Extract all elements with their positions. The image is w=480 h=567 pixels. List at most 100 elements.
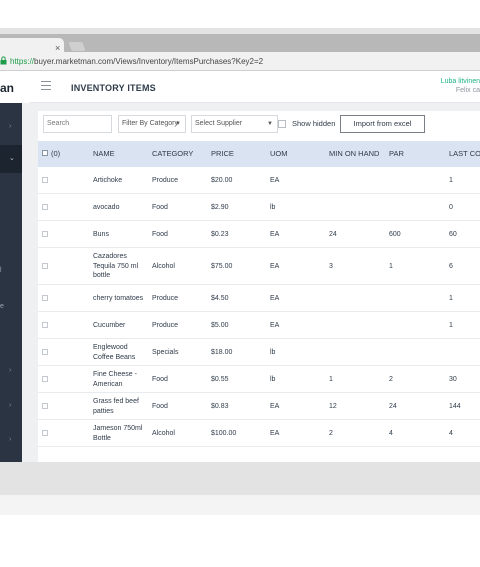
item-name[interactable]: Bottle [93, 434, 111, 444]
row-checkbox[interactable] [42, 263, 48, 269]
category-filter-label: Filter By Category [122, 120, 179, 127]
item-category: Produce [152, 322, 179, 329]
item-name[interactable]: Fine Cheese - [93, 370, 137, 380]
item-name[interactable]: Artichoke [93, 176, 122, 186]
url-text[interactable]: https://buyer.marketman.com/Views/Invent… [10, 56, 263, 67]
item-last-count: 144 [449, 403, 461, 410]
select-all-checkbox[interactable] [42, 150, 48, 156]
item-price: $18.00 [211, 349, 233, 356]
table-row[interactable]: Grass fed beef patties Food $0.83 EA 12 24 144 [38, 393, 480, 420]
item-name[interactable]: Buns [93, 230, 109, 240]
column-header-par[interactable]: PAR [389, 141, 404, 167]
table-header: (0) NAME CATEGORY PRICE UOM MIN ON HAND … [38, 141, 480, 167]
column-header-category[interactable]: CATEGORY [152, 141, 193, 167]
chevron-right-icon[interactable]: › [9, 436, 11, 444]
sidebar-item-active[interactable]: ⌄ [0, 145, 22, 173]
table-row[interactable]: Artichoke Produce $20.00 EA 1 [38, 167, 480, 194]
item-name[interactable]: Jameson 750ml [93, 424, 142, 434]
item-name[interactable]: Cucumber [93, 321, 125, 331]
item-par: 600 [389, 231, 401, 238]
table-row[interactable]: Cucumber Produce $5.00 EA 1 [38, 312, 480, 339]
item-name[interactable]: patties [93, 407, 114, 417]
item-last-count: 1 [449, 295, 453, 302]
item-name[interactable]: avocado [93, 203, 119, 213]
item-uom: EA [270, 231, 280, 238]
item-price: $20.00 [211, 177, 233, 184]
item-category: Produce [152, 177, 179, 184]
table-row[interactable]: Buns Food $0.23 EA 24 600 60 [38, 221, 480, 248]
column-header-price[interactable]: PRICE [211, 141, 234, 167]
item-name[interactable]: bottle [93, 271, 110, 281]
item-category: Food [152, 231, 168, 238]
table-row[interactable]: Cazadores Tequila 750 ml bottle Alcohol $75.… [38, 248, 480, 285]
item-name[interactable]: Englewood [93, 343, 128, 353]
row-checkbox[interactable] [42, 376, 48, 382]
page-title: INVENTORY ITEMS [71, 83, 156, 93]
item-par: 1 [389, 263, 393, 270]
row-checkbox[interactable] [42, 403, 48, 409]
row-checkbox[interactable] [42, 295, 48, 301]
item-category: Specials [152, 349, 179, 356]
sidebar-item-label[interactable]: e [0, 303, 4, 311]
row-checkbox[interactable] [42, 322, 48, 328]
row-checkbox[interactable] [42, 204, 48, 210]
item-uom: lb [270, 204, 276, 211]
row-checkbox[interactable] [42, 231, 48, 237]
item-min-on-hand: 2 [329, 430, 333, 437]
item-price: $0.23 [211, 231, 229, 238]
top-header: INVENTORY ITEMS Luba litvinen Felix ca [30, 71, 480, 103]
column-header-name[interactable]: NAME [93, 141, 115, 167]
show-hidden-label: Show hidden [292, 119, 336, 128]
row-checkbox[interactable] [42, 430, 48, 436]
item-par: 4 [389, 430, 393, 437]
item-category: Alcohol [152, 263, 175, 270]
item-name[interactable]: cherry tomatoes [93, 294, 143, 304]
item-last-count: 4 [449, 430, 453, 437]
show-hidden-checkbox[interactable] [278, 120, 286, 128]
item-price: $5.00 [211, 322, 229, 329]
item-name[interactable]: Grass fed beef [93, 397, 139, 407]
column-header-min-on-hand[interactable]: MIN ON HAND [329, 141, 379, 167]
chevron-right-icon[interactable]: › [9, 402, 11, 410]
table-row[interactable]: avocado Food $2.90 lb 0 [38, 194, 480, 221]
supplier-select[interactable]: Select Supplier ▼ [191, 115, 278, 133]
chevron-right-icon[interactable]: › [9, 123, 11, 131]
row-checkbox[interactable] [42, 349, 48, 355]
item-uom: EA [270, 430, 280, 437]
item-name[interactable]: American [93, 380, 123, 390]
row-checkbox[interactable] [42, 177, 48, 183]
sidebar-item-label[interactable]: l [0, 267, 2, 275]
search-input[interactable]: Search [43, 115, 112, 133]
new-tab-button[interactable] [68, 42, 86, 51]
supplier-select-label: Select Supplier [195, 120, 243, 127]
tab-strip: × [0, 34, 480, 53]
category-filter-select[interactable]: Filter By Category ▼ [118, 115, 186, 133]
item-name[interactable]: Cazadores [93, 252, 127, 262]
column-header-last-count[interactable]: LAST CO [449, 141, 480, 167]
chevron-right-icon[interactable]: › [9, 367, 11, 375]
hamburger-menu-icon[interactable] [41, 81, 51, 93]
item-name[interactable]: Coffee Beans [93, 353, 135, 363]
table-row[interactable]: Englewood Coffee Beans Specials $18.00 lb [38, 339, 480, 366]
item-name[interactable]: Tequila 750 ml [93, 262, 138, 272]
address-bar[interactable]: https://buyer.marketman.com/Views/Invent… [0, 52, 480, 71]
select-count: (0) [51, 149, 61, 158]
user-name[interactable]: Luba litvinen [441, 77, 480, 86]
item-par: 24 [389, 403, 397, 410]
column-header-uom[interactable]: UOM [270, 141, 288, 167]
table-row[interactable]: Jameson 750ml Bottle Alcohol $100.00 EA 2 4 4 [38, 420, 480, 447]
table-row[interactable]: cherry tomatoes Produce $4.50 EA 1 [38, 285, 480, 312]
brand-logo[interactable]: an [0, 71, 30, 103]
item-category: Produce [152, 295, 179, 302]
table-row[interactable]: Fine Cheese - American Food $0.55 lb 1 2 30 [38, 366, 480, 393]
item-last-count: 1 [449, 177, 453, 184]
secure-lock-icon [0, 56, 7, 68]
chevron-down-icon: ⌄ [9, 155, 15, 162]
item-min-on-hand: 3 [329, 263, 333, 270]
user-account: Felix ca [455, 87, 480, 94]
item-price: $0.83 [211, 403, 229, 410]
browser-tab[interactable]: × [0, 38, 64, 53]
item-last-count: 1 [449, 322, 453, 329]
device-mockup: × https://buyer.marketman.com/Views/Inve… [0, 0, 480, 567]
import-excel-button[interactable]: Import from excel [340, 115, 425, 133]
